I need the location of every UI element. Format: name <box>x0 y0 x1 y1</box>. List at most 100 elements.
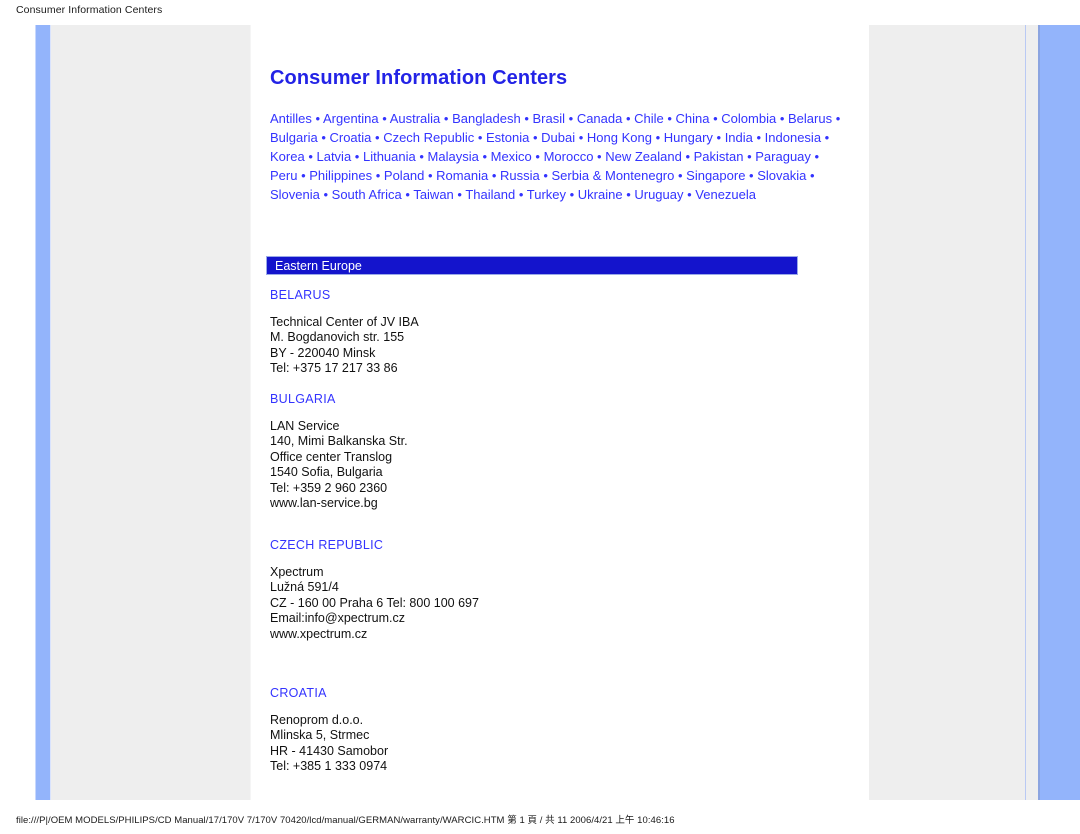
country-link-latvia[interactable]: Latvia <box>316 149 351 164</box>
country-link-estonia[interactable]: Estonia <box>486 130 529 145</box>
country-link-indonesia[interactable]: Indonesia <box>765 130 821 145</box>
address-croatia: Renoprom d.o.o. Mlinska 5, Strmec HR - 414… <box>270 713 830 775</box>
country-link-turkey[interactable]: Turkey <box>527 187 566 202</box>
country-link-singapore[interactable]: Singapore <box>686 168 745 183</box>
country-link-peru[interactable]: Peru <box>270 168 297 183</box>
country-link-venezuela[interactable]: Venezuela <box>695 187 756 202</box>
address-czech-republic: Xpectrum Lužná 591/4 CZ - 160 00 Praha 6 T… <box>270 565 830 642</box>
country-link-belarus[interactable]: Belarus <box>788 111 832 126</box>
page-right-blue-block <box>1038 25 1080 800</box>
country-link-korea[interactable]: Korea <box>270 149 305 164</box>
link-separator: • <box>401 187 414 202</box>
country-link-slovenia[interactable]: Slovenia <box>270 187 320 202</box>
link-separator: • <box>424 168 437 183</box>
link-separator: • <box>651 130 664 145</box>
country-link-dubai[interactable]: Dubai <box>541 130 575 145</box>
country-link-colombia[interactable]: Colombia <box>721 111 776 126</box>
link-separator: • <box>565 111 577 126</box>
link-separator: • <box>453 187 466 202</box>
country-link-argentina[interactable]: Argentina <box>323 111 379 126</box>
page-title: Consumer Information Centers <box>270 67 568 89</box>
content-inner: Consumer Information Centers Antilles • … <box>251 25 869 800</box>
country-link-china[interactable]: China <box>676 111 710 126</box>
link-separator: • <box>674 168 687 183</box>
country-link-romania[interactable]: Romania <box>436 168 488 183</box>
country-link-mexico[interactable]: Mexico <box>491 149 532 164</box>
link-separator: • <box>776 111 788 126</box>
country-link-antilles[interactable]: Antilles <box>270 111 312 126</box>
print-header-title: Consumer Information Centers <box>16 4 163 16</box>
link-separator: • <box>712 130 725 145</box>
country-link-new-zealand[interactable]: New Zealand <box>605 149 682 164</box>
link-separator: • <box>415 149 428 164</box>
address-line: CZ - 160 00 Praha 6 Tel: 800 100 697 <box>270 595 479 610</box>
country-link-bulgaria[interactable]: Bulgaria <box>270 130 318 145</box>
country-link-ukraine[interactable]: Ukraine <box>578 187 623 202</box>
content-column: Consumer Information Centers Antilles • … <box>250 25 869 800</box>
country-link-poland[interactable]: Poland <box>384 168 424 183</box>
link-separator: • <box>663 111 676 126</box>
section-heading-bulgaria: BULGARIA <box>270 392 336 406</box>
link-separator: • <box>575 130 587 145</box>
country-link-hong-kong[interactable]: Hong Kong <box>587 130 652 145</box>
country-link-uruguay[interactable]: Uruguay <box>634 187 683 202</box>
link-separator: • <box>683 187 696 202</box>
section-heading-croatia: CROATIA <box>270 686 327 700</box>
link-separator: • <box>806 168 815 183</box>
page-right-divider-line <box>1025 25 1026 800</box>
section-czech-republic: CZECH REPUBLIC Xpectrum Lužná 591/4 CZ - 1… <box>270 538 830 642</box>
link-separator: • <box>743 149 756 164</box>
country-link-croatia[interactable]: Croatia <box>329 130 371 145</box>
address-line: Renoprom d.o.o. <box>270 713 364 727</box>
link-separator: • <box>745 168 758 183</box>
country-link-india[interactable]: India <box>725 130 753 145</box>
country-link-brasil[interactable]: Brasil <box>533 111 566 126</box>
country-link-canada[interactable]: Canada <box>577 111 623 126</box>
country-link-list: Antilles • Argentina • Australia • Bangl… <box>270 109 850 204</box>
country-link-australia[interactable]: Australia <box>390 111 441 126</box>
link-separator: • <box>593 149 606 164</box>
address-line: Office center Translog <box>270 449 393 464</box>
country-link-morocco[interactable]: Morocco <box>544 149 594 164</box>
country-link-malaysia[interactable]: Malaysia <box>428 149 479 164</box>
country-link-chile[interactable]: Chile <box>634 111 664 126</box>
country-link-czech-republic[interactable]: Czech Republic <box>383 130 474 145</box>
country-link-thailand[interactable]: Thailand <box>465 187 515 202</box>
printed-page-sheet: Consumer Information Centers Antilles • … <box>35 25 1080 800</box>
address-line: BY - 220040 Minsk <box>270 345 376 360</box>
section-croatia: CROATIA Renoprom d.o.o. Mlinska 5, Strmec… <box>270 686 830 775</box>
country-link-pakistan[interactable]: Pakistan <box>694 149 744 164</box>
link-separator: • <box>440 111 453 126</box>
section-bulgaria: BULGARIA LAN Service 140, Mimi Balkanska … <box>270 392 830 511</box>
country-link-philippines[interactable]: Philippines <box>309 168 372 183</box>
country-link-paraguay[interactable]: Paraguay <box>755 149 811 164</box>
link-separator: • <box>539 168 552 183</box>
address-belarus: Technical Center of JV IBA M. Bogdanovich… <box>270 315 830 377</box>
country-link-taiwan[interactable]: Taiwan <box>413 187 453 202</box>
country-link-bangladesh[interactable]: Bangladesh <box>452 111 521 126</box>
country-link-slovakia[interactable]: Slovakia <box>757 168 806 183</box>
link-separator: • <box>478 149 491 164</box>
address-line: 1540 Sofia, Bulgaria <box>270 465 383 480</box>
link-separator: • <box>622 187 635 202</box>
link-separator: • <box>311 111 323 126</box>
link-separator: • <box>378 111 390 126</box>
link-separator: • <box>474 130 487 145</box>
link-separator: • <box>351 149 363 164</box>
country-link-south-africa[interactable]: South Africa <box>332 187 402 202</box>
link-separator: • <box>752 130 765 145</box>
address-line: Tel: +385 1 333 0974 <box>270 759 388 774</box>
address-line: M. Bogdanovich str. 155 <box>270 330 405 345</box>
address-line: 140, Mimi Balkanska Str. <box>270 434 408 449</box>
address-line: LAN Service <box>270 419 340 433</box>
address-line: Tel: +359 2 960 2360 <box>270 480 388 495</box>
address-line: Mlinska 5, Strmec <box>270 728 370 743</box>
country-link-hungary[interactable]: Hungary <box>664 130 713 145</box>
link-separator: • <box>531 149 544 164</box>
country-link-serbia-montenegro[interactable]: Serbia & Montenegro <box>552 168 675 183</box>
address-bulgaria: LAN Service 140, Mimi Balkanska Str. Offic… <box>270 419 830 511</box>
country-link-lithuania[interactable]: Lithuania <box>363 149 416 164</box>
address-line: Technical Center of JV IBA <box>270 315 419 329</box>
link-separator: • <box>681 149 694 164</box>
country-link-russia[interactable]: Russia <box>500 168 540 183</box>
